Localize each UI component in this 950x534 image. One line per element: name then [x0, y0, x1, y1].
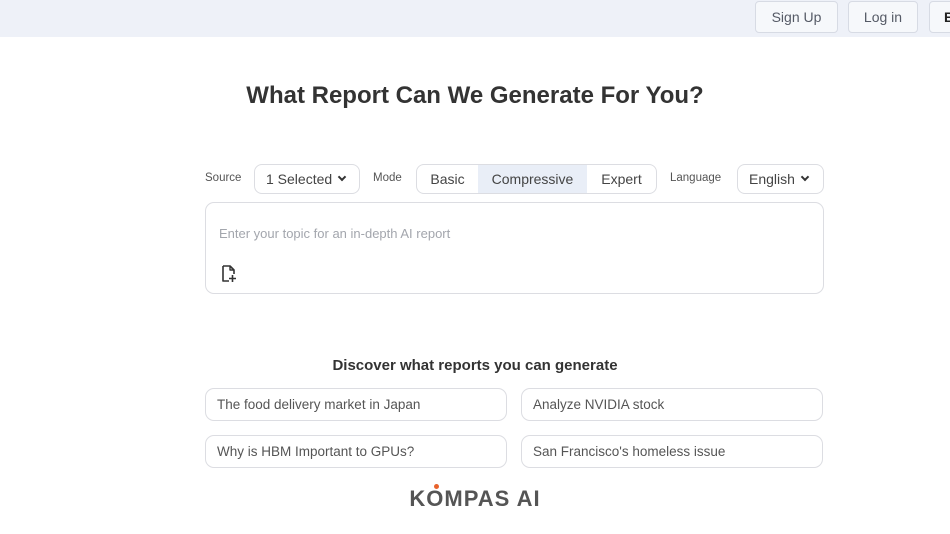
discover-heading: Discover what reports you can generate: [332, 357, 618, 374]
mode-compressive-option[interactable]: Compressive: [478, 165, 587, 193]
topic-input-box: [205, 202, 824, 294]
report-options: Source 1 Selected Mode Basic Compressive…: [205, 164, 825, 194]
logo-text-end: MPAS AI: [444, 486, 541, 511]
suggestion-chip[interactable]: San Francisco's homeless issue: [521, 435, 823, 468]
log-in-button[interactable]: Log in: [848, 1, 918, 33]
mode-basic-option[interactable]: Basic: [417, 165, 478, 193]
kompas-ai-logo: KO MPAS AI: [0, 484, 950, 512]
language-select[interactable]: English: [737, 164, 824, 194]
file-attach-icon[interactable]: [221, 265, 237, 283]
mode-toggle-group: Basic Compressive Expert: [416, 164, 657, 194]
topic-input[interactable]: [217, 225, 777, 242]
sign-up-button[interactable]: Sign Up: [755, 1, 838, 33]
language-label: Language: [670, 172, 722, 184]
top-bar: Sign Up Log in B: [0, 0, 950, 37]
source-label: Source: [205, 172, 242, 184]
mode-label: Mode: [373, 172, 402, 184]
language-select-value: English: [749, 171, 795, 187]
source-select[interactable]: 1 Selected: [254, 164, 360, 194]
source-select-value: 1 Selected: [266, 171, 333, 187]
mode-expert-option[interactable]: Expert: [587, 165, 656, 193]
suggestion-chip[interactable]: Analyze NVIDIA stock: [521, 388, 823, 421]
logo-letter-o: O: [426, 484, 445, 511]
chevron-down-icon: [337, 172, 347, 182]
logo-text-start: K: [409, 486, 427, 511]
suggestion-chip[interactable]: Why is HBM Important to GPUs?: [205, 435, 507, 468]
chevron-down-icon: [800, 172, 810, 182]
page-title: What Report Can We Generate For You?: [246, 82, 704, 109]
suggestion-chip[interactable]: The food delivery market in Japan: [205, 388, 507, 421]
partial-header-button[interactable]: B: [929, 1, 950, 33]
